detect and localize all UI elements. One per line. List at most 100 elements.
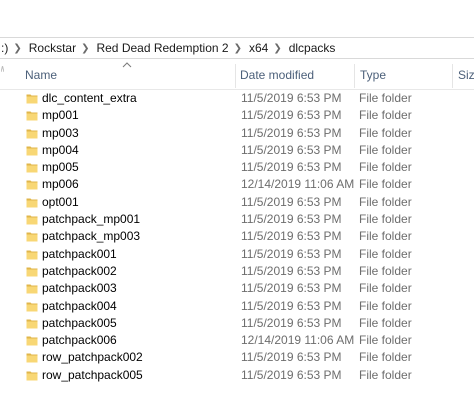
breadcrumb-lead: :): [1, 41, 9, 55]
file-name: patchpack_mp001: [42, 212, 141, 227]
file-date-modified: 11/5/2019 6:53 PM: [241, 125, 342, 140]
scroll-up-arrow-icon[interactable]: [1, 66, 4, 72]
file-list: dlc_content_extra 11/5/2019 6:53 PM File f…: [0, 90, 474, 384]
file-type: File folder: [359, 212, 412, 227]
folder-icon: [26, 111, 38, 121]
file-row[interactable]: row_patchpack005 11/5/2019 6:53 PM File fo…: [0, 367, 474, 384]
file-name: dlc_content_extra: [42, 91, 137, 105]
column-header-name[interactable]: Name: [25, 60, 57, 90]
file-type: File folder: [359, 177, 412, 192]
folder-icon: [26, 180, 38, 190]
file-name: patchpack006: [42, 333, 117, 348]
file-date-modified: 11/5/2019 6:53 PM: [241, 246, 342, 261]
file-type: File folder: [359, 333, 412, 348]
column-header-row: Name Date modified Type Size: [0, 60, 474, 90]
file-date-modified: 11/5/2019 6:53 PM: [241, 298, 342, 313]
file-type: File folder: [359, 367, 412, 382]
file-type: File folder: [359, 315, 412, 330]
file-row[interactable]: mp005 11/5/2019 6:53 PM File folder: [0, 159, 474, 176]
file-name: mp001: [42, 108, 79, 123]
file-date-modified: 11/5/2019 6:53 PM: [241, 142, 342, 157]
file-name: patchpack003: [42, 281, 117, 296]
folder-icon: [26, 232, 38, 242]
file-row[interactable]: mp003 11/5/2019 6:53 PM File folder: [0, 125, 474, 142]
file-row[interactable]: row_patchpack002 11/5/2019 6:53 PM File fo…: [0, 349, 474, 366]
file-row[interactable]: patchpack006 12/14/2019 11:06 AM File fold…: [0, 332, 474, 349]
file-name: row_patchpack002: [42, 350, 143, 365]
file-name: patchpack001: [42, 246, 117, 261]
file-type: File folder: [359, 246, 412, 261]
folder-icon: [26, 146, 38, 156]
file-date-modified: 11/5/2019 6:53 PM: [241, 108, 342, 123]
file-date-modified: 11/5/2019 6:53 PM: [241, 160, 342, 175]
file-type: File folder: [359, 125, 412, 140]
file-row[interactable]: opt001 11/5/2019 6:53 PM File folder: [0, 194, 474, 211]
file-name: row_patchpack005: [42, 367, 143, 382]
folder-icon: [26, 302, 38, 312]
file-date-modified: 11/5/2019 6:53 PM: [241, 263, 342, 278]
file-name: patchpack002: [42, 263, 117, 278]
folder-icon: [26, 129, 38, 139]
file-type: File folder: [359, 350, 412, 365]
file-type: File folder: [359, 91, 412, 105]
file-row[interactable]: dlc_content_extra 11/5/2019 6:53 PM File f…: [0, 90, 474, 107]
folder-icon: [26, 94, 38, 104]
file-date-modified: 11/5/2019 6:53 PM: [241, 212, 342, 227]
file-date-modified: 11/5/2019 6:53 PM: [241, 194, 342, 209]
file-name: mp004: [42, 142, 79, 157]
column-header-date-modified[interactable]: Date modified: [240, 60, 314, 90]
file-type: File folder: [359, 142, 412, 157]
file-row[interactable]: patchpack001 11/5/2019 6:53 PM File folder: [0, 246, 474, 263]
folder-icon: [26, 284, 38, 294]
file-row[interactable]: mp001 11/5/2019 6:53 PM File folder: [0, 107, 474, 124]
file-name: patchpack004: [42, 298, 117, 313]
file-name: opt001: [42, 194, 79, 209]
file-date-modified: 12/14/2019 11:06 AM: [241, 177, 355, 192]
file-type: File folder: [359, 229, 412, 244]
chevron-right-icon: ❯: [13, 42, 22, 54]
file-row[interactable]: patchpack_mp001 11/5/2019 6:53 PM File fol…: [0, 211, 474, 228]
column-header-type[interactable]: Type: [360, 60, 386, 90]
file-date-modified: 11/5/2019 6:53 PM: [241, 281, 342, 296]
folder-icon: [26, 215, 38, 225]
column-divider[interactable]: [354, 64, 355, 88]
folder-icon: [26, 250, 38, 260]
column-header-size[interactable]: Size: [458, 60, 474, 90]
file-row[interactable]: patchpack003 11/5/2019 6:53 PM File folder: [0, 280, 474, 297]
file-row[interactable]: patchpack005 11/5/2019 6:53 PM File folder: [0, 315, 474, 332]
file-type: File folder: [359, 194, 412, 209]
breadcrumb-item-x64[interactable]: x64: [247, 41, 270, 55]
column-divider[interactable]: [452, 64, 453, 88]
file-row[interactable]: mp004 11/5/2019 6:53 PM File folder: [0, 142, 474, 159]
file-type: File folder: [359, 298, 412, 313]
file-date-modified: 11/5/2019 6:53 PM: [241, 315, 342, 330]
column-divider[interactable]: [235, 64, 236, 88]
file-name: mp006: [42, 177, 79, 192]
breadcrumb-item-rockstar[interactable]: Rockstar: [27, 41, 78, 55]
file-name: mp003: [42, 125, 79, 140]
file-type: File folder: [359, 281, 412, 296]
folder-icon: [26, 198, 38, 208]
chevron-right-icon: ❯: [273, 42, 282, 54]
toolbar-area: [0, 0, 474, 36]
file-date-modified: 11/5/2019 6:53 PM: [241, 91, 342, 105]
file-name: mp005: [42, 160, 79, 175]
folder-icon: [26, 319, 38, 329]
file-row[interactable]: patchpack004 11/5/2019 6:53 PM File folder: [0, 298, 474, 315]
breadcrumb-item-rdr2[interactable]: Red Dead Redemption 2: [94, 41, 230, 55]
address-bar[interactable]: :) ❯ Rockstar ❯ Red Dead Redemption 2 ❯ …: [0, 37, 474, 59]
file-type: File folder: [359, 108, 412, 123]
file-row[interactable]: patchpack_mp003 11/5/2019 6:53 PM File fol…: [0, 228, 474, 245]
breadcrumb-item-dlcpacks[interactable]: dlcpacks: [287, 41, 338, 55]
folder-icon: [26, 371, 38, 381]
sort-ascending-icon: [122, 62, 132, 68]
file-row[interactable]: patchpack002 11/5/2019 6:53 PM File folder: [0, 263, 474, 280]
file-row[interactable]: mp006 12/14/2019 11:06 AM File folder: [0, 176, 474, 193]
folder-icon: [26, 336, 38, 346]
file-date-modified: 12/14/2019 11:06 AM: [241, 333, 355, 348]
file-date-modified: 11/5/2019 6:53 PM: [241, 367, 342, 382]
file-type: File folder: [359, 160, 412, 175]
folder-icon: [26, 267, 38, 277]
file-type: File folder: [359, 263, 412, 278]
file-date-modified: 11/5/2019 6:53 PM: [241, 229, 342, 244]
